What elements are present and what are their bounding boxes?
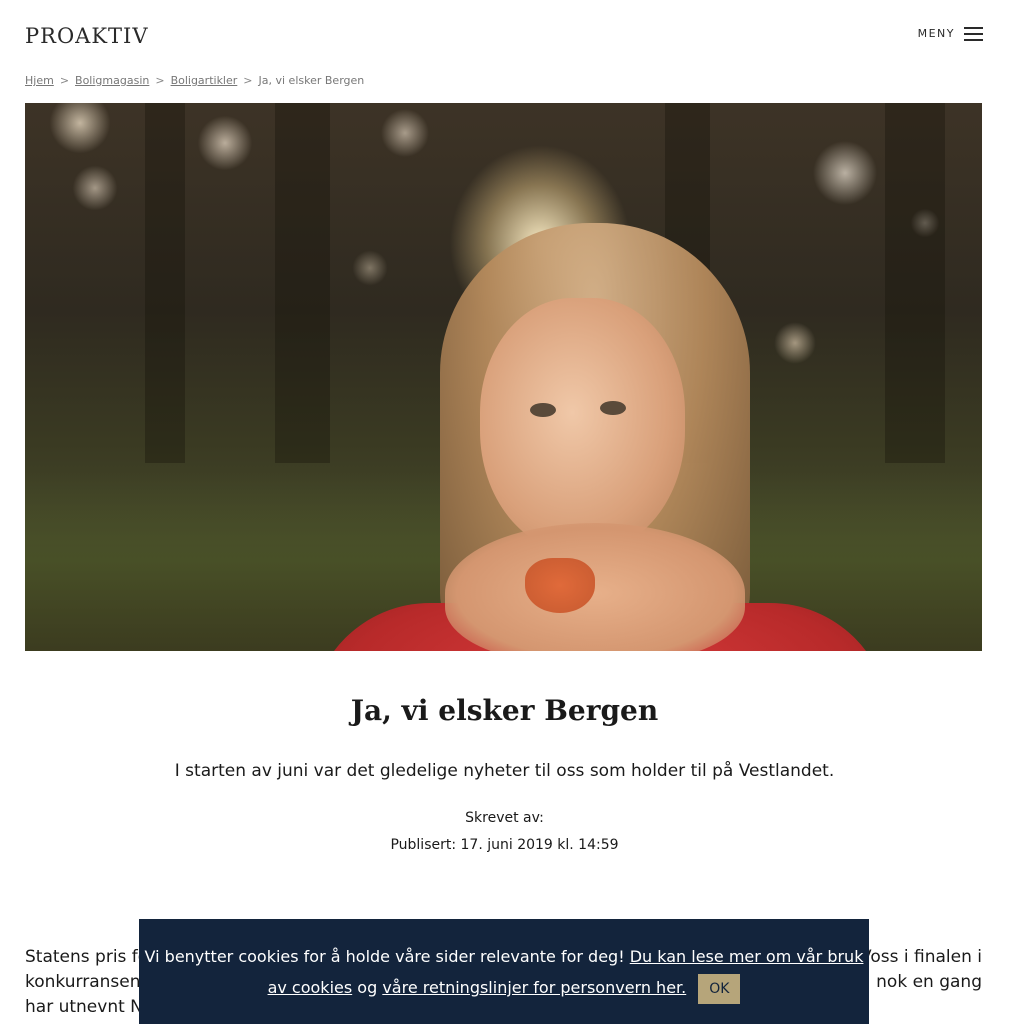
menu-button[interactable]: MENY [918,26,983,41]
article-title: Ja, vi elsker Bergen [350,694,659,727]
body-text-fragment: har utnevnt N [25,997,143,1017]
article-lead: I starten av juni var det gledelige nyhe… [174,761,835,781]
cookie-text-middle: og [352,978,383,997]
article-published: Publisert: 17. juni 2019 kl. 14:59 [390,837,619,853]
menu-label: MENY [917,27,955,40]
breadcrumb-link-boligmagasin[interactable]: Boligmagasin [75,74,149,87]
site-logo[interactable]: PROAKTIV [25,24,148,48]
breadcrumb-separator: > [155,74,165,87]
breadcrumb-separator: > [59,74,70,87]
breadcrumb-link-boligartikler[interactable]: Boligartikler [171,74,238,87]
breadcrumb-separator: > [243,74,253,87]
breadcrumb-link-home[interactable]: Hjem [25,74,54,87]
hero-image [25,103,982,651]
cookie-text: Vi benytter cookies for å holde våre sid… [144,947,630,966]
body-text-fragment: nok en gang [876,972,982,992]
article-author: Skrevet av: [465,810,544,826]
body-text-fragment: Voss i finalen i [860,947,982,967]
body-text-fragment: Statens pris fo [25,947,149,967]
cookie-banner: Vi benytter cookies for å holde våre sid… [139,919,869,1024]
privacy-policy-link[interactable]: våre retningslinjer for personvern her. [382,978,686,997]
hamburger-icon [964,26,983,41]
cookie-ok-button[interactable]: OK [698,973,741,1004]
breadcrumb: Hjem > Boligmagasin > Boligartikler > Ja… [25,74,364,87]
breadcrumb-current: Ja, vi elsker Bergen [258,74,365,87]
body-text-fragment: konkurransen [25,972,141,992]
